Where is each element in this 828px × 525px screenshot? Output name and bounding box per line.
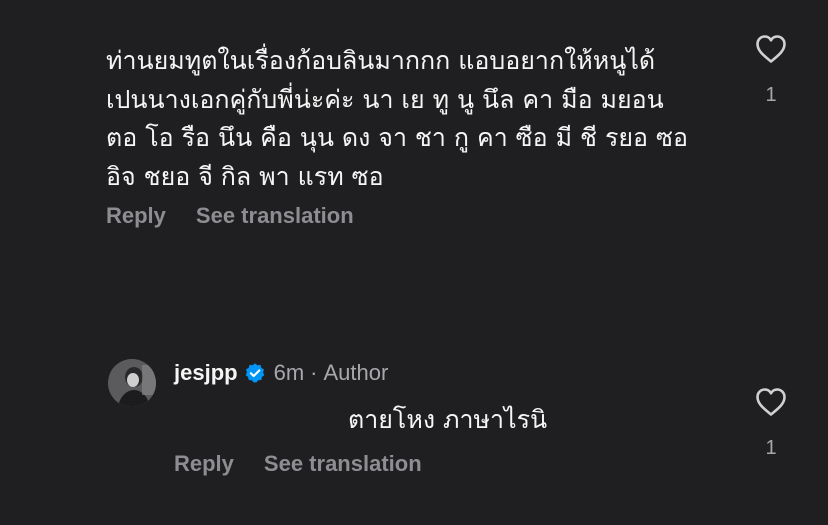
reply-text: ตายโหง ภาษาไรนิ bbox=[348, 405, 548, 434]
see-translation-button[interactable]: See translation bbox=[196, 203, 354, 229]
like-button[interactable] bbox=[755, 387, 787, 417]
heart-icon bbox=[756, 35, 786, 63]
username[interactable]: jesjpp bbox=[174, 360, 238, 386]
see-translation-button[interactable]: See translation bbox=[264, 451, 422, 477]
comment-text: ท่านยมทูตในเรื่องก้อบลินมากกก แอบอยากให้… bbox=[106, 42, 726, 196]
avatar-image bbox=[108, 359, 156, 407]
reply-actions: Reply See translation bbox=[174, 451, 422, 477]
comment-line: ตอ โอ รือ นึน คือ นุน ดง จา ชา กู คา ซือ… bbox=[106, 123, 688, 152]
like-count: 1 bbox=[765, 84, 777, 106]
avatar[interactable] bbox=[108, 359, 156, 407]
meta-separator: · bbox=[310, 360, 318, 385]
like-count: 1 bbox=[765, 437, 777, 459]
reply-button[interactable]: Reply bbox=[174, 451, 234, 477]
comment-line: ท่านยมทูตในเรื่องก้อบลินมากกก แอบอยากให้… bbox=[106, 46, 656, 75]
comment-actions: Reply See translation bbox=[106, 203, 354, 229]
like-button[interactable] bbox=[755, 34, 787, 64]
comment-line: อิจ ชยอ จี กิล พา แรท ซอ bbox=[106, 161, 384, 191]
heart-icon bbox=[756, 388, 786, 416]
timestamp: 6m bbox=[273, 360, 305, 385]
verified-badge-icon bbox=[245, 363, 264, 383]
reply-header: jesjpp 6m · Author bbox=[174, 360, 388, 386]
comment-line: เปนนางเอกคู่กับพี่น่ะค่ะ นา เย ทู นู นึล… bbox=[106, 84, 664, 114]
reply-button[interactable]: Reply bbox=[106, 203, 166, 229]
author-badge: Author bbox=[323, 360, 389, 385]
